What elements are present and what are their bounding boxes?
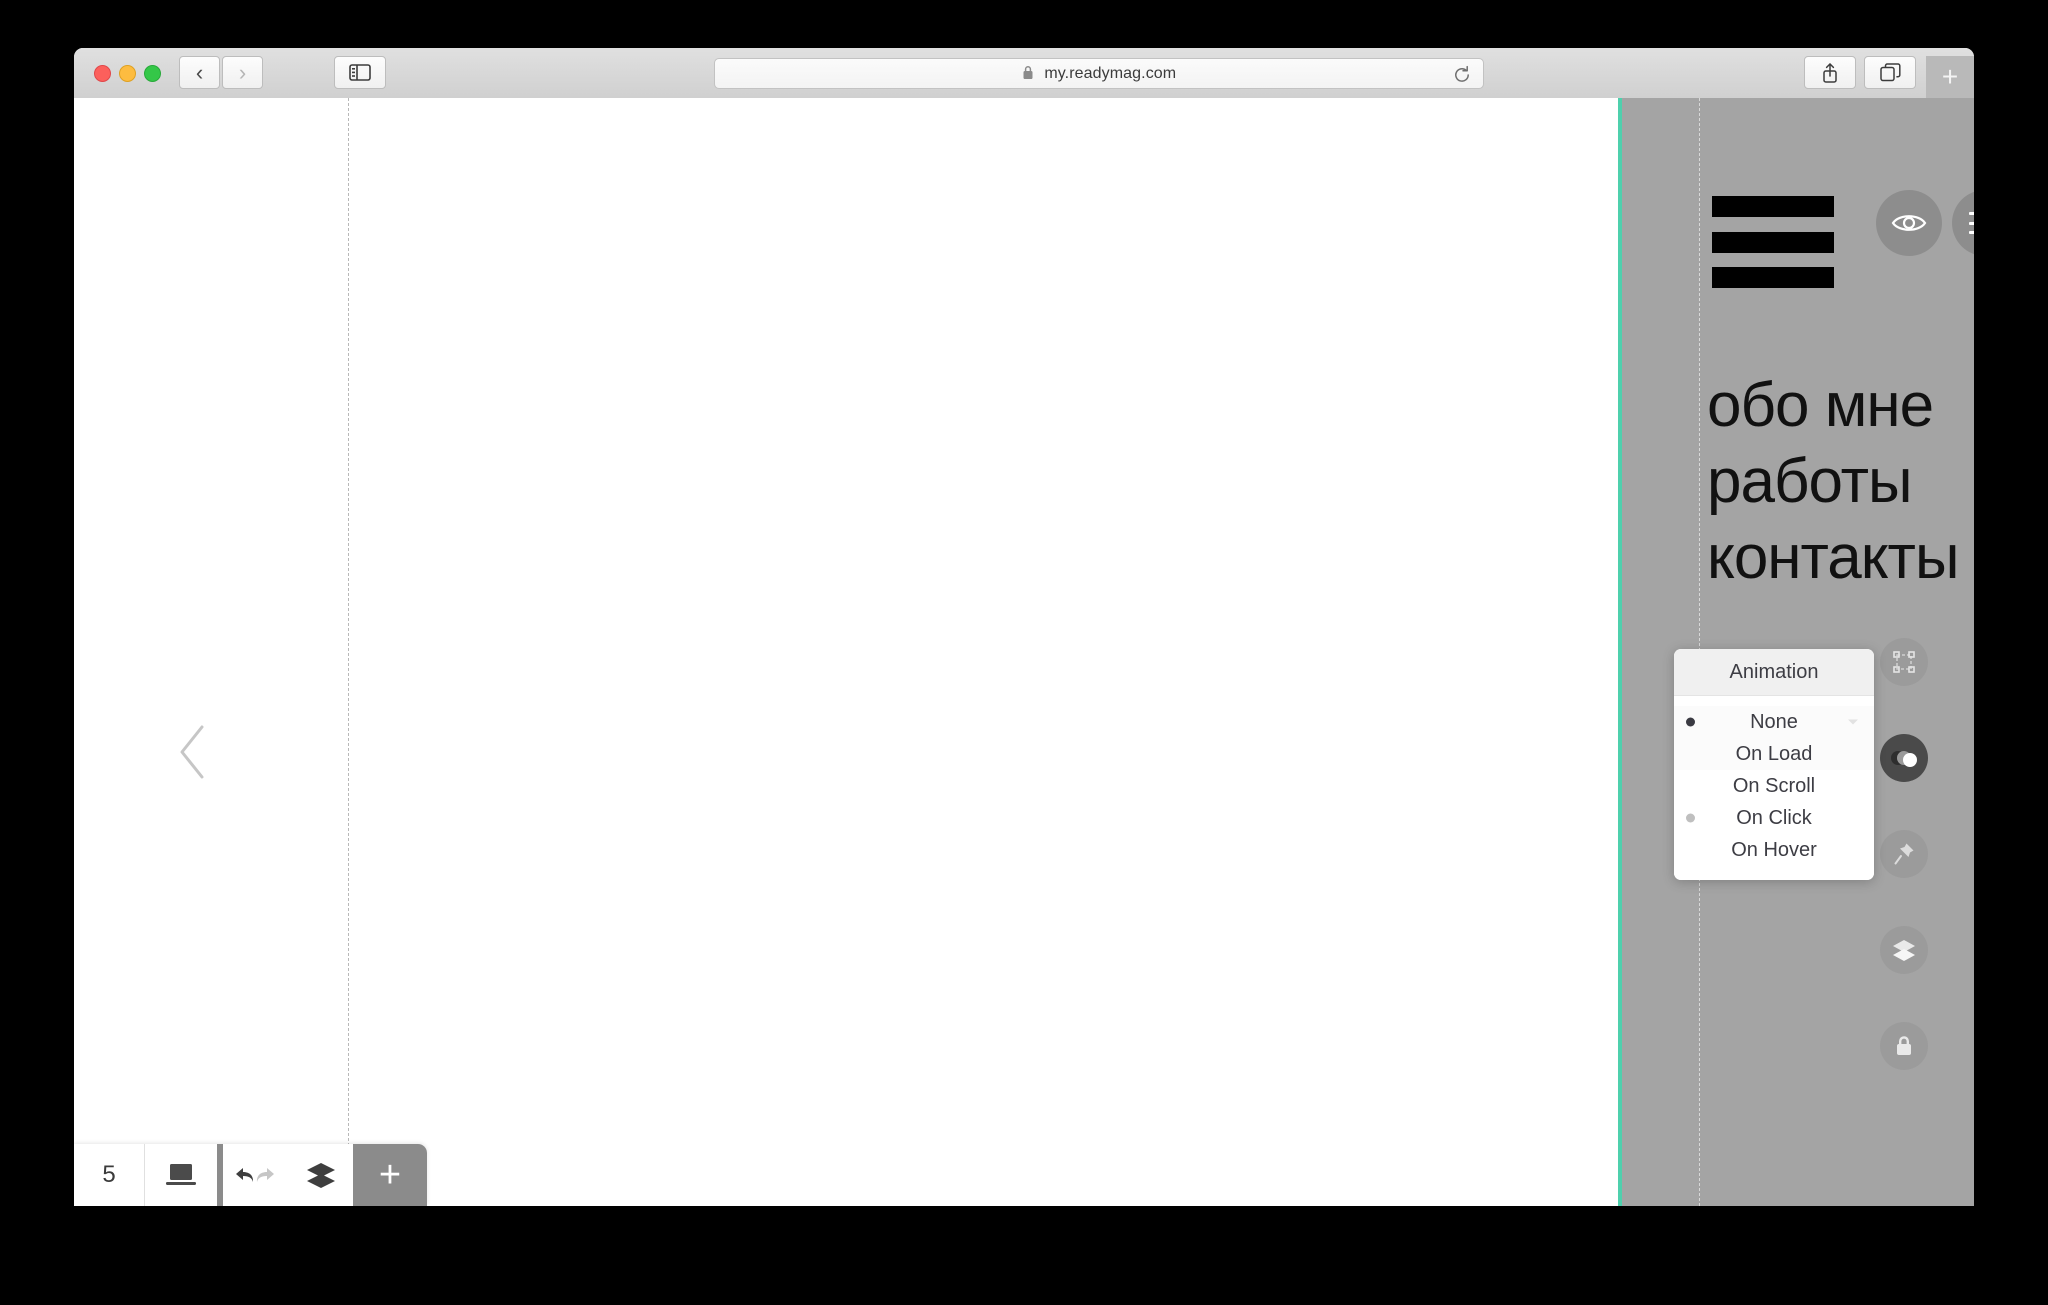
animation-option-label: On Load <box>1735 742 1813 765</box>
layers-panel-button[interactable] <box>289 1144 353 1206</box>
tool-slot-spacer-3 <box>1880 878 1928 926</box>
previous-page-button[interactable] <box>176 723 210 781</box>
window-controls <box>94 65 161 82</box>
animation-popup: Animation None On Load On Scroll On Clic… <box>1674 649 1874 880</box>
animation-popup-title: Animation <box>1674 649 1874 696</box>
tool-slot-spacer-1 <box>1880 686 1928 734</box>
undo-icon <box>236 1168 274 1182</box>
sidebar-toggle-icon <box>349 64 371 81</box>
animation-option-on-hover[interactable]: On Hover <box>1674 834 1874 866</box>
animation-option-on-load[interactable]: On Load <box>1674 738 1874 770</box>
url-text: my.readymag.com <box>1044 64 1177 82</box>
chevron-left-icon: ‹ <box>195 59 204 85</box>
hamburger-bar <box>1712 232 1834 253</box>
forward-button[interactable]: › <box>222 56 263 89</box>
nav-link-contacts[interactable]: контакты <box>1707 520 1974 596</box>
show-tabs-button[interactable] <box>1864 56 1916 89</box>
layers-icon <box>307 1163 335 1188</box>
close-window-button[interactable] <box>94 65 111 82</box>
navigation-buttons: ‹ › <box>179 56 263 89</box>
eye-icon <box>1891 215 1927 231</box>
add-page-button[interactable]: + <box>353 1144 427 1206</box>
reload-button[interactable] <box>1451 64 1473 86</box>
layers-tool-button[interactable] <box>1880 926 1928 974</box>
new-tab-label: + <box>1941 61 1959 92</box>
reload-icon <box>1455 65 1469 82</box>
canvas-accent-edge <box>1618 98 1622 1206</box>
device-view-button[interactable] <box>145 1144 217 1206</box>
page-count-value: 5 <box>102 1161 116 1188</box>
hamburger-bar <box>1712 267 1834 288</box>
chevron-down-icon <box>1848 719 1858 725</box>
nav-link-works[interactable]: работы <box>1707 444 1974 520</box>
radio-dot-icon <box>1686 717 1695 727</box>
lock-tool-button[interactable] <box>1880 1022 1928 1070</box>
readymag-editor-canvas: обо мне работы контакты Animation None O… <box>74 98 1974 1206</box>
object-tool-strip <box>1880 638 1928 1070</box>
page-count-display[interactable]: 5 <box>74 1144 145 1206</box>
desktop-icon <box>166 1164 196 1185</box>
back-button[interactable]: ‹ <box>179 56 220 89</box>
guide-line-left <box>348 98 349 1206</box>
share-icon <box>1823 62 1837 83</box>
radio-dot-icon <box>1686 813 1695 823</box>
lock-icon <box>1897 1036 1911 1055</box>
layers-icon <box>1893 940 1915 961</box>
new-tab-button[interactable]: + <box>1926 56 1974 98</box>
maximize-window-button[interactable] <box>144 65 161 82</box>
animation-option-label: On Scroll <box>1732 774 1816 797</box>
undo-redo-button[interactable] <box>223 1144 289 1206</box>
animation-icon <box>1891 751 1917 767</box>
hamburger-menu-icon <box>1969 212 1974 234</box>
sidebar-toggle-button[interactable] <box>334 56 386 89</box>
tool-slot-spacer-4 <box>1880 974 1928 1022</box>
chevron-left-icon <box>180 725 204 779</box>
pin-tool-button[interactable] <box>1880 830 1928 878</box>
show-tabs-icon <box>1879 63 1901 82</box>
browser-right-toolbar <box>1804 56 1916 89</box>
url-text-wrap: my.readymag.com <box>1022 65 1176 83</box>
add-page-label: + <box>378 1154 402 1196</box>
animation-options-list: None On Load On Scroll On Click On Hover <box>1674 696 1874 880</box>
lock-icon <box>1022 65 1034 80</box>
transform-tool-button[interactable] <box>1880 638 1928 686</box>
screen: ‹ › my.readymag.com + обо мне работы кон… <box>0 0 2048 1305</box>
bottom-toolbar: 5 + <box>74 1144 427 1206</box>
preview-button[interactable] <box>1876 190 1942 256</box>
browser-window: ‹ › my.readymag.com + обо мне работы кон… <box>74 48 1974 1206</box>
address-bar[interactable]: my.readymag.com <box>714 58 1484 89</box>
transform-icon <box>1893 651 1915 673</box>
animation-option-label: On Hover <box>1731 838 1817 861</box>
animation-tool-button[interactable] <box>1880 734 1928 782</box>
page-nav-links: обо мне работы контакты <box>1707 368 1974 596</box>
share-button[interactable] <box>1804 56 1856 89</box>
pin-icon <box>1894 843 1914 865</box>
chevron-right-icon: › <box>238 59 247 85</box>
tool-slot-spacer-2 <box>1880 782 1928 830</box>
hamburger-artwork[interactable] <box>1712 196 1834 288</box>
animation-option-label: On Click <box>1736 806 1812 829</box>
animation-option-label: None <box>1750 710 1798 733</box>
animation-option-on-click[interactable]: On Click <box>1674 802 1874 834</box>
animation-option-on-scroll[interactable]: On Scroll <box>1674 770 1874 802</box>
sidebar-toggle-group <box>334 56 386 89</box>
browser-titlebar: ‹ › my.readymag.com + <box>74 48 1974 99</box>
minimize-window-button[interactable] <box>119 65 136 82</box>
hamburger-bar <box>1712 196 1834 217</box>
animation-option-none[interactable]: None <box>1674 706 1874 738</box>
nav-link-about[interactable]: обо мне <box>1707 368 1974 444</box>
